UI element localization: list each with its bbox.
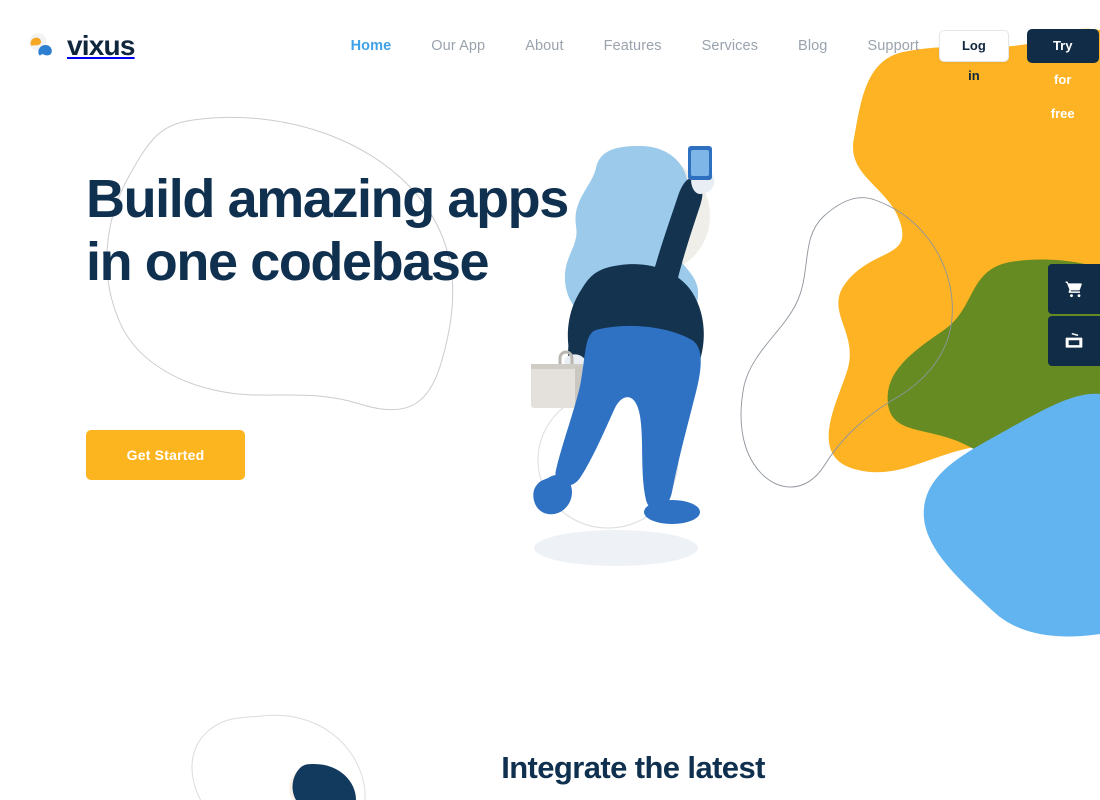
page-root: vixus Home Our App About Features Servic…: [0, 0, 1100, 800]
section-title: Integrate the latest: [501, 750, 765, 785]
nav-item-our-app[interactable]: Our App: [411, 32, 505, 60]
integrate-section: Integrate the latest: [0, 688, 1100, 800]
hero-illustration: [531, 146, 715, 566]
site-header: vixus Home Our App About Features Servic…: [0, 0, 1100, 121]
try-free-button[interactable]: Try for free: [1026, 29, 1099, 121]
figure-shoe-left: [533, 474, 572, 515]
figure-ground-circle: [537, 391, 679, 529]
figure-legs: [555, 325, 701, 510]
briefcase-icon: [1065, 332, 1083, 348]
tablet-device: [688, 146, 712, 180]
get-started-button[interactable]: Get Started: [86, 430, 245, 480]
figure-arm-raised: [651, 177, 703, 295]
nav-item-blog[interactable]: Blog: [778, 32, 847, 60]
decorative-blobs: [828, 28, 1100, 637]
bottom-illustration: [289, 764, 356, 800]
figure-hand-upper: [691, 170, 715, 194]
hero-section: Build amazing apps in one codebase: [86, 168, 626, 294]
decorative-outlines: [106, 116, 953, 800]
figure-shadow: [534, 530, 698, 566]
nav-item-about[interactable]: About: [505, 32, 583, 60]
portfolio-button[interactable]: [1048, 316, 1100, 366]
header-actions: Log in Try for free: [938, 29, 1099, 121]
nav-item-support[interactable]: Support: [847, 32, 939, 60]
nav-item-home[interactable]: Home: [331, 32, 412, 60]
brand-logo[interactable]: vixus: [28, 26, 135, 66]
right-outline-blob: [740, 197, 953, 488]
brand-name: vixus: [67, 30, 135, 61]
briefcase: [531, 350, 583, 408]
hero-title: Build amazing apps in one codebase: [86, 169, 569, 293]
nav-item-services[interactable]: Services: [682, 32, 778, 60]
figure-shoe-right: [644, 500, 700, 524]
vixus-bird-logo-icon: [29, 33, 52, 56]
cart-button[interactable]: [1048, 264, 1100, 314]
shopping-cart-icon: [1065, 281, 1082, 298]
side-rail: [1048, 264, 1100, 366]
main-nav: Home Our App About Features Services Blo…: [331, 32, 939, 60]
login-button[interactable]: Log in: [938, 30, 1009, 83]
figure-arm-lower: [568, 287, 597, 373]
blue-blob-shape: [923, 393, 1100, 637]
nav-item-features[interactable]: Features: [584, 32, 682, 60]
figure-hand-lower: [564, 354, 586, 374]
